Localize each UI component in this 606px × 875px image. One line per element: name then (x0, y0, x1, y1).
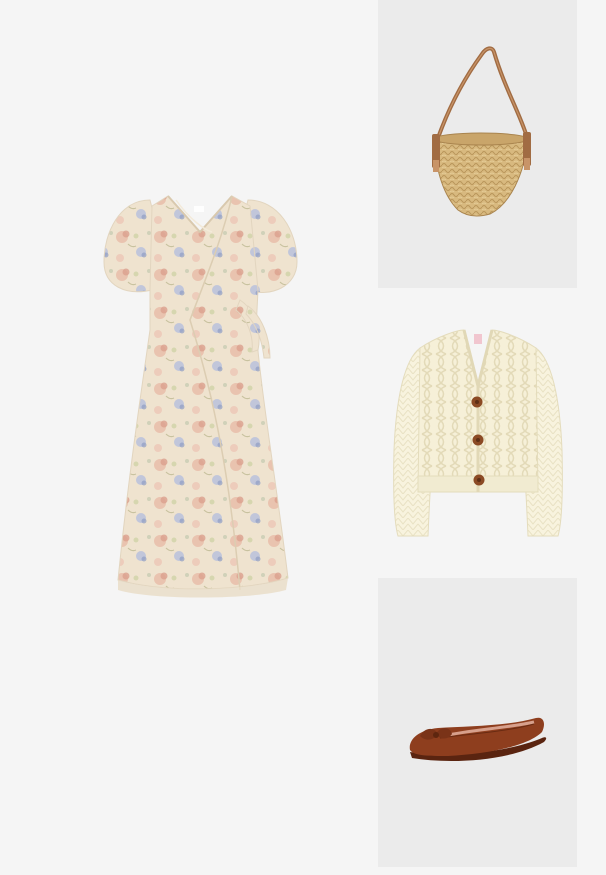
dress-panel[interactable] (0, 0, 376, 875)
cardigan-panel[interactable] (378, 290, 577, 575)
bag-panel[interactable] (378, 0, 577, 288)
shoe-panel[interactable] (378, 578, 577, 867)
straw-bucket-bag-icon (432, 46, 531, 217)
suede-ballet-flat-icon (409, 717, 547, 761)
right-margin (578, 0, 606, 875)
floral-wrap-dress-icon (103, 195, 298, 598)
cable-knit-cardigan-icon (393, 329, 563, 537)
